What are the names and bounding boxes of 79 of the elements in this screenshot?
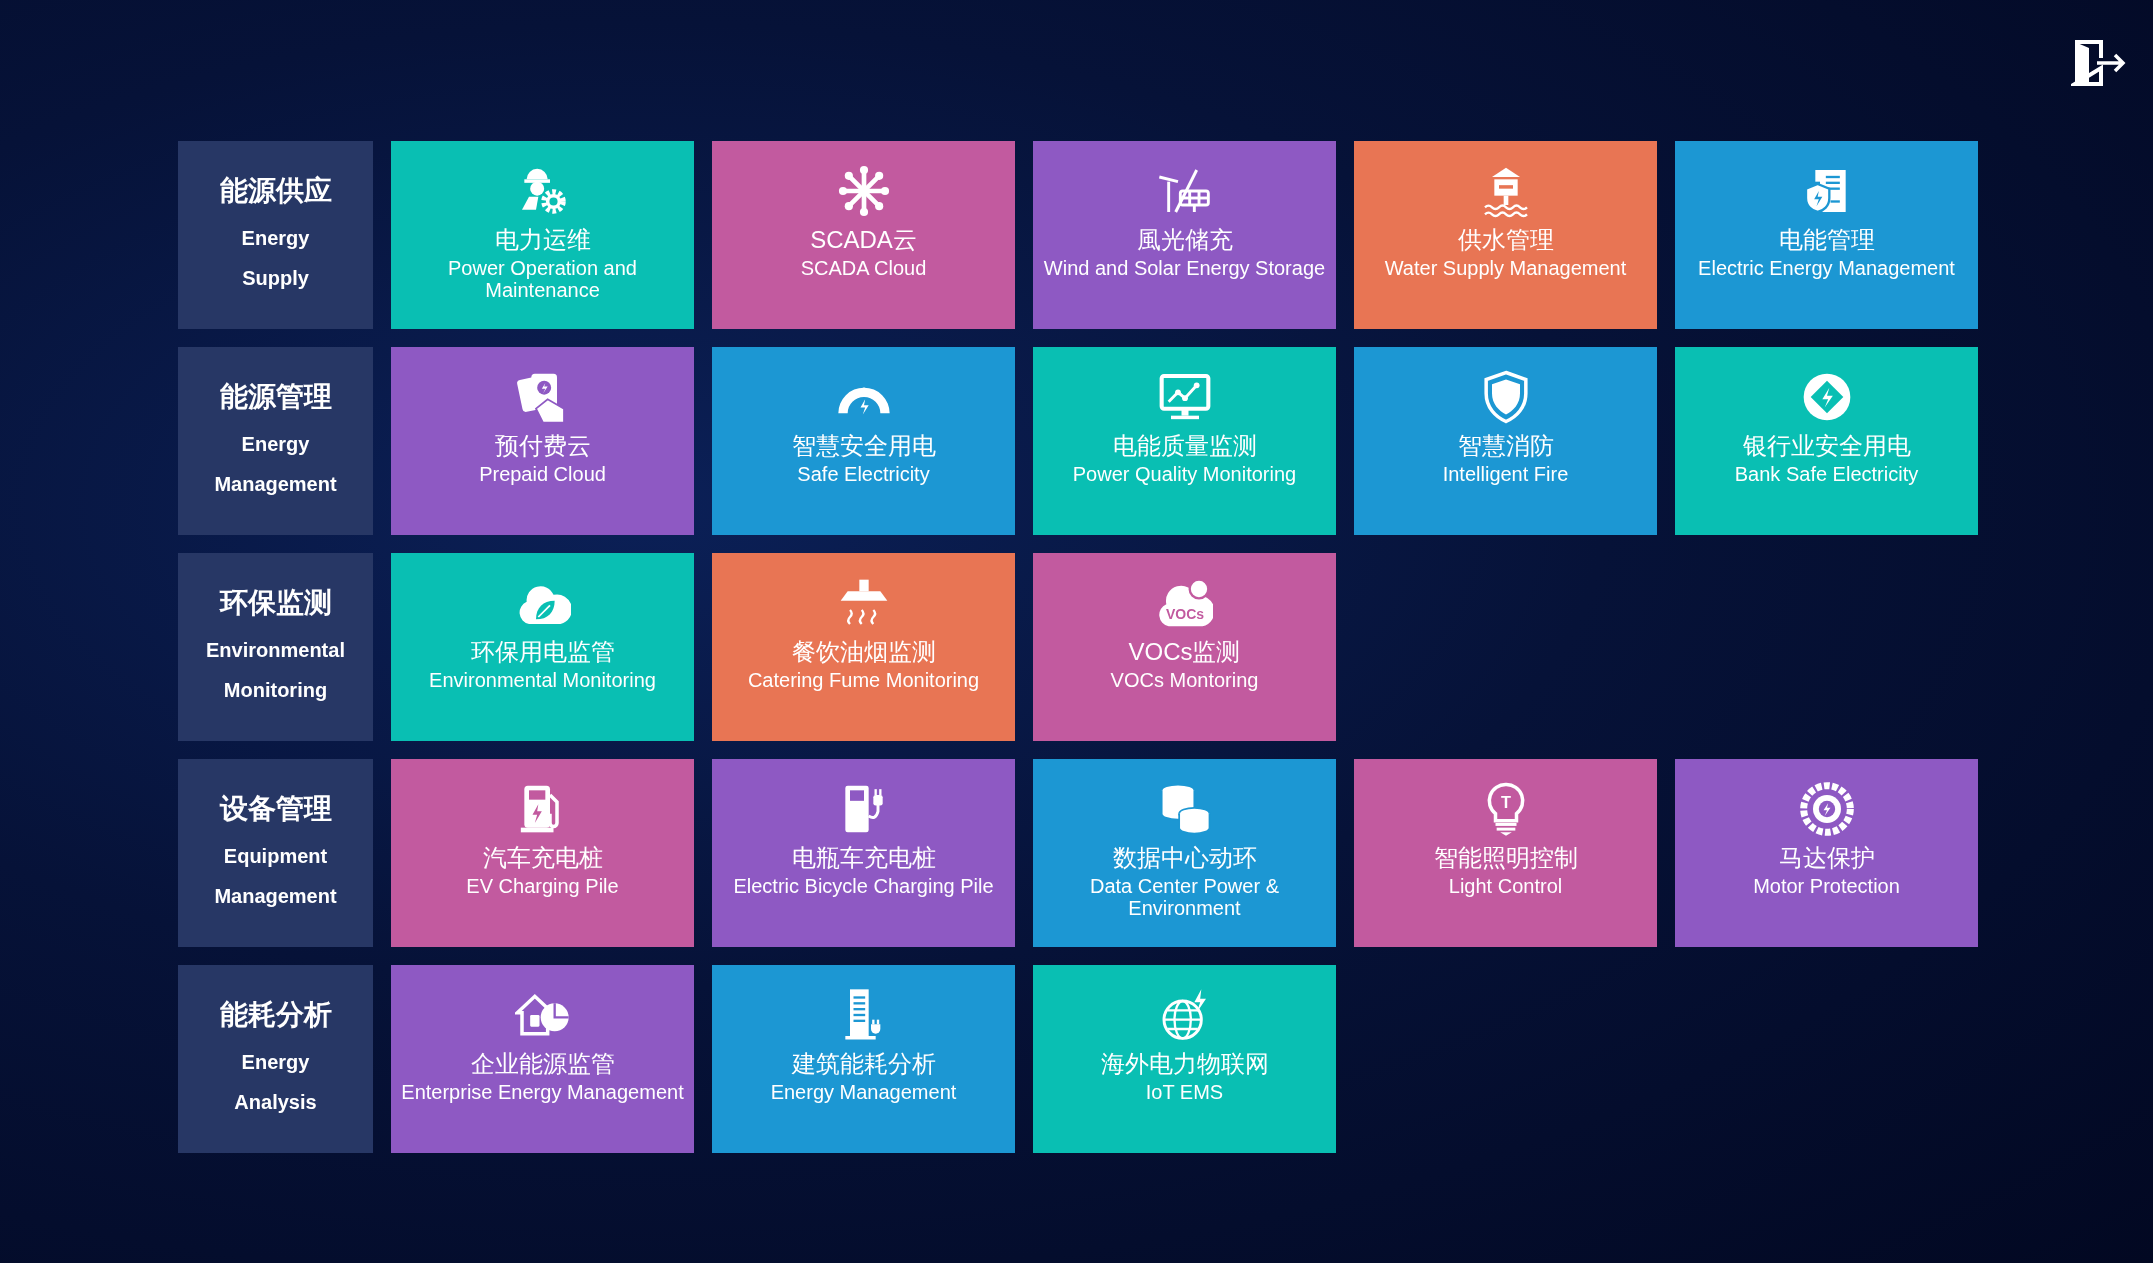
module-title: 环保用电监管 <box>470 637 615 667</box>
module-subtitle: Intelligent Fire <box>1441 463 1570 485</box>
motor-icon <box>1798 781 1855 837</box>
module-subtitle: Prepaid Cloud <box>478 463 607 485</box>
module-tile[interactable]: 企业能源监管 Enterprise Energy Management <box>391 965 694 1153</box>
module-title: 智能照明控制 <box>1433 843 1578 873</box>
module-tile[interactable]: 电力运维 Power Operation and Maintenance <box>391 141 694 329</box>
module-title: 海外电力物联网 <box>1100 1049 1269 1079</box>
module-tile[interactable]: VOCs VOCs监测 VOCs Montoring <box>1033 553 1336 741</box>
module-subtitle: Bank Safe Electricity <box>1733 463 1920 485</box>
module-title: 电能质量监测 <box>1112 431 1257 461</box>
module-subtitle: Electric Energy Management <box>1697 257 1956 279</box>
module-subtitle: Enterprise Energy Management <box>400 1081 685 1103</box>
module-title: 供水管理 <box>1457 225 1554 255</box>
module-tile[interactable]: 电能管理 Electric Energy Management <box>1675 141 1978 329</box>
module-title: 建筑能耗分析 <box>791 1049 936 1079</box>
module-title: 智慧消防 <box>1457 431 1554 461</box>
module-tile[interactable]: 电能质量监测 Power Quality Monitoring <box>1033 347 1336 535</box>
category-subtitle: Environmental <box>206 638 345 663</box>
category-title: 能源供应 <box>219 174 332 208</box>
module-tile[interactable]: SCADA云 SCADA Cloud <box>712 141 1015 329</box>
module-tile[interactable]: 汽车充电桩 EV Charging Pile <box>391 759 694 947</box>
category-subtitle: Energy <box>241 432 310 457</box>
module-title: 电能管理 <box>1778 225 1875 255</box>
module-title: 电力运维 <box>494 225 591 255</box>
category-subtitle: Management <box>214 884 337 909</box>
module-title: 马达保护 <box>1778 843 1875 873</box>
module-subtitle: Data Center Power & Environment <box>1089 875 1280 919</box>
module-tile[interactable]: 银行业安全用电 Bank Safe Electricity <box>1675 347 1978 535</box>
module-subtitle: Electric Bicycle Charging Pile <box>732 875 995 897</box>
module-title: VOCs监测 <box>1128 637 1241 667</box>
module-tile[interactable]: 电瓶车充电桩 Electric Bicycle Charging Pile <box>712 759 1015 947</box>
module-title: 餐饮油烟监测 <box>791 637 936 667</box>
category-subtitle: Supply <box>242 266 309 291</box>
module-tile[interactable]: 马达保护 Motor Protection <box>1675 759 1978 947</box>
category-subtitle: Energy <box>241 1050 310 1075</box>
module-subtitle: Water Supply Management <box>1383 257 1628 279</box>
module-tile[interactable]: 智慧安全用电 Safe Electricity <box>712 347 1015 535</box>
module-title: 预付费云 <box>494 431 591 461</box>
module-title: SCADA云 <box>810 225 917 255</box>
module-title: 企业能源监管 <box>470 1049 615 1079</box>
module-subtitle: Environmental Monitoring <box>428 669 657 691</box>
module-tile[interactable]: 海外电力物联网 IoT EMS <box>1033 965 1336 1153</box>
module-tile[interactable]: 風光储充 Wind and Solar Energy Storage <box>1033 141 1336 329</box>
module-subtitle: EV Charging Pile <box>465 875 620 897</box>
module-subtitle: Power Quality Monitoring <box>1071 463 1298 485</box>
module-tile[interactable]: 预付费云 Prepaid Cloud <box>391 347 694 535</box>
module-title: 电瓶车充电桩 <box>791 843 936 873</box>
module-title: 智慧安全用电 <box>791 431 936 461</box>
module-subtitle: Light Control <box>1447 875 1564 897</box>
category-subtitle: Analysis <box>234 1090 317 1115</box>
category-title: 设备管理 <box>219 792 332 826</box>
module-tile[interactable]: T 智能照明控制 Light Control <box>1354 759 1657 947</box>
module-subtitle: Catering Fume Monitoring <box>746 669 981 691</box>
module-title: 数据中心动环 <box>1112 843 1257 873</box>
category-title: 能耗分析 <box>219 998 332 1032</box>
module-tile[interactable]: 建筑能耗分析 Energy Management <box>712 965 1015 1153</box>
module-subtitle: Energy Management <box>769 1081 958 1103</box>
module-subtitle: IoT EMS <box>1144 1081 1225 1103</box>
module-subtitle: SCADA Cloud <box>799 257 928 279</box>
module-title: 汽车充电桩 <box>482 843 603 873</box>
module-subtitle: Motor Protection <box>1752 875 1901 897</box>
module-tile[interactable]: 环保用电监管 Environmental Monitoring <box>391 553 694 741</box>
module-subtitle: Wind and Solar Energy Storage <box>1042 257 1327 279</box>
module-subtitle: Safe Electricity <box>796 463 931 485</box>
module-subtitle: VOCs Montoring <box>1109 669 1260 691</box>
category-subtitle: Equipment <box>223 844 328 869</box>
module-tile[interactable]: 数据中心动环 Data Center Power & Environment <box>1033 759 1336 947</box>
module-tile[interactable]: 供水管理 Water Supply Management <box>1354 141 1657 329</box>
category-title: 能源管理 <box>219 380 332 414</box>
module-title: 風光储充 <box>1136 225 1233 255</box>
module-tile[interactable]: 智慧消防 Intelligent Fire <box>1354 347 1657 535</box>
category-subtitle: Energy <box>241 226 310 251</box>
module-tile[interactable]: 餐饮油烟监测 Catering Fume Monitoring <box>712 553 1015 741</box>
category-title: 环保监测 <box>219 586 332 620</box>
category-subtitle: Monitoring <box>223 678 328 703</box>
module-subtitle: Power Operation and Maintenance <box>447 257 638 301</box>
module-title: 银行业安全用电 <box>1742 431 1911 461</box>
category-subtitle: Management <box>214 472 337 497</box>
